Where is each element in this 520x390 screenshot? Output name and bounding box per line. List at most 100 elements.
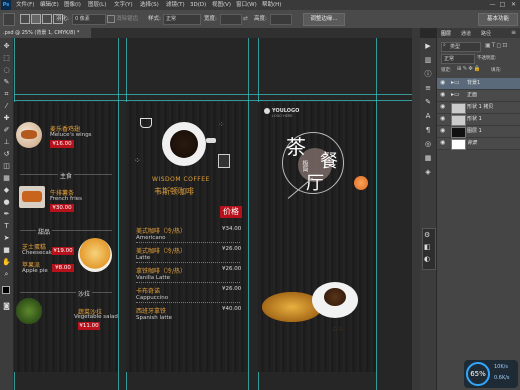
subtract-selection-icon[interactable] (42, 14, 52, 24)
brand-name-en: WISDOM COFFEE (152, 176, 210, 183)
maximize-button[interactable]: □ (498, 1, 507, 9)
cheesecake-image (78, 238, 112, 272)
eyedropper-icon[interactable]: ⁄ (2, 102, 11, 111)
fill-label: 填充: (491, 68, 502, 73)
quick-select-icon[interactable]: ✎ (2, 78, 11, 87)
clone-source-icon[interactable]: ◎ (423, 140, 433, 149)
layers-icon[interactable]: ◧ (424, 243, 431, 251)
add-selection-icon[interactable] (31, 14, 41, 24)
document-tab[interactable]: .psd @ 25% (背景 1, CMYK/8) * (0, 28, 91, 38)
visibility-eye-icon[interactable]: ◉ (440, 139, 445, 146)
pen-tool-icon[interactable]: ✒ (2, 210, 11, 219)
healing-brush-icon[interactable]: ✚ (2, 114, 11, 123)
eraser-icon[interactable]: ◫ (2, 162, 11, 171)
layer-row[interactable]: ◉ 形状 1 (437, 114, 520, 126)
layer-row[interactable]: ◉ ▸▭ 正面 (437, 90, 520, 102)
menu-panel-right: YOULOGO LOGO HERE 茶 餐 厅 极简 ⁘⁘ (258, 102, 376, 372)
hand-tool-icon[interactable]: ✋ (2, 258, 11, 267)
feather-input[interactable]: 0 像素 (72, 14, 106, 25)
menu-3d[interactable]: 3D(D) (190, 0, 206, 10)
menu-edit[interactable]: 编辑(E) (40, 0, 59, 10)
filter-icons[interactable]: ▣T◻⊡ (485, 42, 508, 49)
layer-filter-select[interactable]: 类型 (441, 42, 481, 52)
refine-edge-button[interactable]: 调整边缘... (303, 13, 345, 26)
visibility-eye-icon[interactable]: ◉ (440, 115, 445, 122)
gradient-tool-icon[interactable]: ▦ (2, 174, 11, 183)
menu-help[interactable]: 帮助(H) (262, 0, 281, 10)
layer-thumbnail (451, 127, 466, 138)
brush-tool-icon[interactable]: ✐ (2, 126, 11, 135)
styles-icon[interactable]: ◈ (423, 168, 433, 177)
antialias-checkbox[interactable] (107, 15, 115, 23)
quick-mask-icon[interactable]: ◙ (2, 302, 11, 311)
width-input[interactable] (220, 14, 242, 25)
gear-icon[interactable]: ⚙ (424, 231, 430, 239)
paragraph-icon[interactable]: ¶ (423, 126, 433, 135)
tab-paths[interactable]: 路径 (481, 30, 491, 37)
canvas-area[interactable]: 麦乐香鸡翅 Meluce's wings ¥16.00 主食 牛排薯条 Fren… (14, 38, 412, 390)
opacity-label: 不透明度: (477, 56, 497, 61)
style-select[interactable]: 正常 (163, 14, 201, 25)
visibility-eye-icon[interactable]: ◉ (440, 103, 445, 110)
stamp-tool-icon[interactable]: ⊥ (2, 138, 11, 147)
menu-view[interactable]: 视图(V) (212, 0, 231, 10)
layer-thumbnail (451, 139, 466, 150)
dodge-tool-icon[interactable]: ● (2, 198, 11, 207)
antialias-label: 消除锯齿 (116, 16, 139, 22)
new-selection-icon[interactable] (20, 14, 30, 24)
layer-row[interactable]: ◉ ▸▭ 背景1 (437, 78, 520, 90)
menu-layer[interactable]: 图层(L) (88, 0, 106, 10)
lasso-tool-icon[interactable]: ◌ (2, 66, 11, 75)
layer-row[interactable]: ◉ 图层 1 (437, 126, 520, 138)
zoom-tool-icon[interactable]: ⌕ (2, 270, 11, 279)
visibility-eye-icon[interactable]: ◉ (440, 91, 445, 98)
crop-tool-icon[interactable]: ⌗ (2, 90, 11, 99)
menu-filter[interactable]: 滤镜(T) (166, 0, 185, 10)
folder-icon: ▸▭ (451, 79, 460, 86)
marquee-tool-icon[interactable]: ⬚ (2, 54, 11, 63)
section-title-main: 主食 (58, 171, 75, 180)
coffee-name-en: Latte (136, 255, 151, 261)
adjust-icon[interactable]: ◐ (424, 255, 430, 263)
lock-icons[interactable]: ⊞✎✥🔒 (457, 66, 482, 72)
visibility-eye-icon[interactable]: ◉ (440, 127, 445, 134)
properties-icon[interactable]: ≡ (423, 84, 433, 93)
tab-layers[interactable]: 图层 (441, 30, 451, 37)
coffee-name-zh: 卡布奇诺 (136, 288, 161, 295)
move-tool-icon[interactable]: ✥ (2, 42, 11, 51)
blend-mode-select[interactable]: 正常 (441, 54, 475, 64)
play-icon[interactable]: ▶ (423, 42, 433, 51)
menu-window[interactable]: 窗口(W) (236, 0, 257, 10)
dish-name-en: Meluce's wings (50, 132, 92, 138)
panel-menu-icon[interactable]: ≡ (511, 29, 516, 36)
brush-presets-icon[interactable]: ✎ (423, 98, 433, 107)
visibility-eye-icon[interactable]: ◉ (440, 79, 445, 86)
blur-tool-icon[interactable]: ◆ (2, 186, 11, 195)
menu-select[interactable]: 选择(S) (140, 0, 159, 10)
price-tag: ¥11.00 (78, 322, 100, 330)
menu-image[interactable]: 图像(I) (64, 0, 81, 10)
type-tool-icon[interactable]: T (2, 222, 11, 231)
character-icon[interactable]: A (423, 112, 433, 121)
layer-row[interactable]: ◉ 形状 1 拷贝 (437, 102, 520, 114)
menu-file[interactable]: 文件(F) (16, 0, 34, 10)
swap-icon[interactable]: ⇄ (243, 15, 248, 22)
swatches-icon[interactable]: ▦ (423, 154, 433, 163)
minimize-button[interactable]: — (488, 1, 497, 9)
menu-type[interactable]: 文字(Y) (114, 0, 133, 10)
info-icon[interactable]: ⓘ (423, 70, 433, 79)
height-input[interactable] (270, 14, 292, 25)
close-button[interactable]: ✕ (509, 1, 518, 9)
tab-channels[interactable]: 通道 (461, 30, 471, 37)
marquee-tool-icon[interactable] (3, 13, 15, 26)
shape-tool-icon[interactable]: ■ (2, 246, 11, 255)
path-select-icon[interactable]: ➤ (2, 234, 11, 243)
network-speed-widget: 65% 10K/s 0.6K/s (464, 360, 518, 388)
histogram-icon[interactable]: ▥ (423, 56, 433, 65)
history-brush-icon[interactable]: ↺ (2, 150, 11, 159)
coffee-price: ¥26.00 (222, 246, 242, 252)
foreground-color-swatch[interactable] (2, 286, 10, 294)
layer-row[interactable]: ◉ 背景 (437, 138, 520, 150)
workspace-select[interactable]: 基本功能 (478, 13, 518, 26)
price-tag: ¥8.00 (52, 264, 74, 272)
